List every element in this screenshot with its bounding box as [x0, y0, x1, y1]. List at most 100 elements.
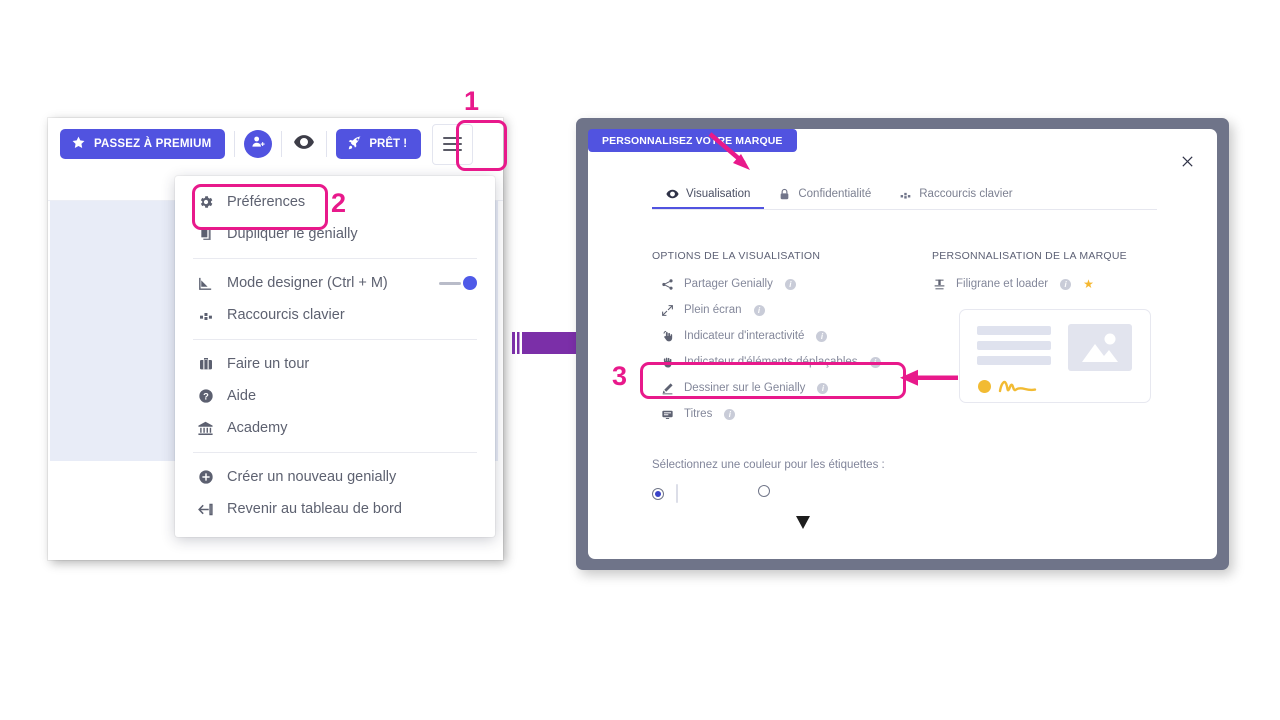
- help-circle-icon: ?: [197, 388, 214, 405]
- option-partager-genially[interactable]: Partager Genially i: [660, 274, 796, 294]
- bank-icon: [197, 420, 214, 437]
- designer-mode-toggle[interactable]: [439, 276, 477, 290]
- close-icon[interactable]: [1177, 151, 1197, 171]
- user-add-icon: [250, 134, 266, 155]
- menu-item-label: Academy: [227, 420, 288, 436]
- toolbar-divider: [281, 131, 283, 157]
- hamburger-menu-icon: [443, 149, 463, 151]
- upgrade-premium-label: PASSEZ À PREMIUM: [94, 138, 212, 150]
- eye-icon: [293, 134, 315, 155]
- menu-item-label: Créer un nouveau genially: [227, 469, 397, 485]
- option-label: Plein écran: [684, 304, 742, 316]
- drag-hand-icon: [660, 355, 675, 370]
- keyboard-shortcuts-menu-item[interactable]: Raccourcis clavier: [175, 299, 495, 331]
- toolbar-divider: [234, 131, 236, 157]
- radio-white-selected[interactable]: [652, 488, 664, 500]
- hamburger-menu-icon: [443, 137, 463, 139]
- menu-item-label: Revenir au tableau de bord: [227, 501, 402, 517]
- option-dessiner-sur-le-genially[interactable]: Dessiner sur le Genially i: [660, 378, 829, 398]
- interactivity-hand-icon: [660, 329, 675, 344]
- toolbar-divider: [326, 131, 328, 157]
- fullscreen-icon: [660, 303, 675, 318]
- label-color-note: Sélectionnez une couleur pour les étique…: [652, 459, 885, 471]
- white-label-swatch[interactable]: [676, 484, 704, 519]
- take-tour-menu-item[interactable]: Faire un tour: [175, 348, 495, 380]
- info-icon[interactable]: i: [869, 356, 881, 368]
- swatch-tail: [690, 510, 704, 519]
- hamburger-menu-button[interactable]: [432, 123, 474, 165]
- option-plein-ecran[interactable]: Plein écran i: [660, 300, 765, 320]
- preview-button[interactable]: [291, 131, 317, 157]
- preview-text-line: [977, 326, 1051, 335]
- help-menu-item[interactable]: ? Aide: [175, 380, 495, 412]
- back-to-dashboard-menu-item[interactable]: Revenir au tableau de bord: [175, 493, 495, 525]
- tab-label: Visualisation: [686, 188, 751, 200]
- annotation-number-1: 1: [464, 86, 480, 116]
- ready-label: PRÊT !: [369, 138, 408, 150]
- duplicate-genially-menu-item[interactable]: Dupliquer le genially: [175, 218, 495, 250]
- menu-divider: [193, 339, 477, 340]
- info-icon[interactable]: i: [784, 278, 796, 290]
- duplicate-icon: [197, 226, 214, 243]
- toggle-knob: [463, 276, 477, 290]
- star-icon: [71, 135, 86, 153]
- visualisation-options-title: OPTIONS DE LA VISUALISATION: [652, 250, 821, 262]
- radio-black-unselected[interactable]: [758, 485, 770, 497]
- ready-button[interactable]: PRÊT !: [336, 129, 422, 159]
- menu-divider: [193, 452, 477, 453]
- tab-label: Confidentialité: [798, 188, 872, 200]
- lock-icon: [778, 188, 791, 201]
- keyboard-shortcuts-icon: [197, 307, 214, 324]
- tab-visualisation[interactable]: Visualisation: [652, 181, 765, 209]
- eye-open-icon: [666, 188, 679, 201]
- brand-personalisation-title: PERSONNALISATION DE LA MARQUE: [932, 250, 1127, 262]
- info-icon[interactable]: i: [753, 304, 765, 316]
- preferences-dialog-frame: Visualisation Confidentialité Raccourcis…: [576, 118, 1229, 570]
- upgrade-premium-button[interactable]: PASSEZ À PREMIUM: [60, 129, 226, 159]
- create-new-genially-menu-item[interactable]: Créer un nouveau genially: [175, 461, 495, 493]
- radio-inner-dot: [655, 491, 661, 497]
- option-label: Partager Genially: [684, 278, 773, 290]
- info-icon[interactable]: i: [724, 408, 736, 420]
- editor-options-dropdown: Préférences Dupliquer le genially Mode d…: [175, 176, 495, 537]
- image-placeholder-icon: [1068, 324, 1132, 371]
- menu-item-label: Raccourcis clavier: [227, 307, 345, 323]
- option-titres[interactable]: Titres i: [660, 404, 736, 424]
- menu-item-label: Dupliquer le genially: [227, 226, 358, 242]
- option-label: Titres: [684, 408, 713, 420]
- suitcase-icon: [197, 356, 214, 373]
- tab-raccourcis-clavier[interactable]: Raccourcis clavier: [885, 181, 1026, 207]
- info-icon[interactable]: i: [1060, 278, 1072, 290]
- menu-item-label: Mode designer (Ctrl + M): [227, 275, 388, 291]
- tab-label: Raccourcis clavier: [919, 188, 1013, 200]
- designer-mode-menu-item[interactable]: Mode designer (Ctrl + M): [175, 267, 495, 299]
- brand-preview-card: [959, 309, 1151, 403]
- dialog-tabs: Visualisation Confidentialité Raccourcis…: [652, 181, 1157, 210]
- tab-confidentialite[interactable]: Confidentialité: [764, 181, 885, 207]
- annotation-arrow-to-visualisation-tab: [708, 132, 750, 170]
- editor-toolbar: PASSEZ À PREMIUM PRÊT !: [48, 118, 503, 171]
- label-color-option-black[interactable]: [758, 485, 810, 529]
- info-icon[interactable]: i: [816, 330, 828, 342]
- brand-signature-icon: [998, 380, 1037, 393]
- toggle-track: [439, 282, 461, 285]
- gear-icon: [197, 194, 214, 211]
- keyboard-shortcuts-icon: [899, 188, 912, 201]
- annotation-number-2: 2: [331, 188, 347, 218]
- option-label: Indicateur d'éléments déplaçables: [684, 356, 858, 368]
- academy-menu-item[interactable]: Academy: [175, 412, 495, 444]
- label-color-option-white[interactable]: [652, 484, 704, 519]
- titles-icon: [660, 407, 675, 422]
- annotation-number-3: 3: [612, 361, 628, 391]
- option-indicateur-elements-deplacables[interactable]: Indicateur d'éléments déplaçables i: [660, 352, 881, 372]
- info-icon[interactable]: i: [817, 382, 829, 394]
- hamburger-menu-icon: [443, 143, 463, 145]
- option-label: Dessiner sur le Genially: [684, 382, 806, 394]
- swatch-tail: [796, 516, 810, 529]
- designer-mode-icon: [197, 275, 214, 292]
- user-add-button[interactable]: [244, 130, 273, 158]
- menu-item-label: Aide: [227, 388, 257, 404]
- option-filigrane-et-loader[interactable]: Filigrane et loader i ★: [932, 274, 1094, 294]
- option-indicateur-interactivite[interactable]: Indicateur d'interactivité i: [660, 326, 828, 346]
- menu-divider: [193, 258, 477, 259]
